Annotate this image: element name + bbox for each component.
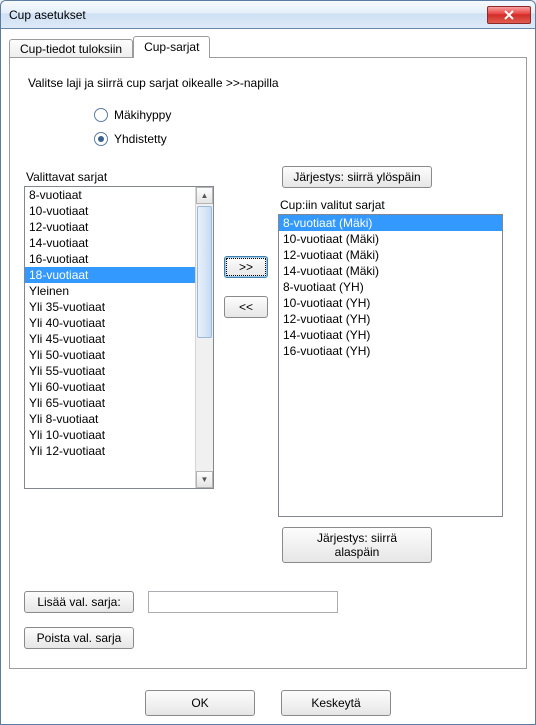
list-item[interactable]: Yli 55-vuotiaat [25,363,195,379]
list-item[interactable]: Yli 12-vuotiaat [25,443,195,459]
list-item[interactable]: 12-vuotiaat (Mäki) [279,247,502,263]
client-area: Cup-tiedot tuloksiin Cup-sarjat Valitse … [1,29,535,724]
delete-series-button[interactable]: Poista val. sarja [24,627,134,649]
dialog-footer: OK Keskeytä [1,690,535,716]
sport-radio-group: Mäkihyppy Yhdistetty [94,108,512,146]
dual-list-area: Valittavat sarjat 8-vuotiaat10-vuotiaat1… [24,166,512,563]
list-item[interactable]: Yli 10-vuotiaat [25,427,195,443]
list-item[interactable]: Yli 40-vuotiaat [25,315,195,331]
list-item[interactable]: Yli 65-vuotiaat [25,395,195,411]
list-item[interactable]: 10-vuotiaat [25,203,195,219]
list-item[interactable]: 10-vuotiaat (Mäki) [279,231,502,247]
list-item[interactable]: 14-vuotiaat (YH) [279,327,502,343]
add-series-button[interactable]: Lisää val. sarja: [24,591,134,613]
scroll-track[interactable] [196,204,213,471]
radio-icon [94,108,108,122]
scroll-down-button[interactable]: ▼ [196,471,213,488]
list-item[interactable]: Yli 60-vuotiaat [25,379,195,395]
tabstrip: Cup-tiedot tuloksiin Cup-sarjat [9,35,527,57]
available-column: Valittavat sarjat 8-vuotiaat10-vuotiaat1… [24,166,214,489]
list-item[interactable]: 8-vuotiaat [25,187,195,203]
available-listbox[interactable]: 8-vuotiaat10-vuotiaat12-vuotiaat14-vuoti… [24,186,214,489]
available-scrollbar[interactable]: ▲ ▼ [195,187,213,488]
list-item[interactable]: 8-vuotiaat (Mäki) [279,215,502,231]
available-label: Valittavat sarjat [26,170,214,184]
list-item[interactable]: Yleinen [25,283,195,299]
list-item[interactable]: Yli 35-vuotiaat [25,299,195,315]
list-item[interactable]: 16-vuotiaat (YH) [279,343,502,359]
instruction-text: Valitse laji ja siirrä cup sarjat oikeal… [28,76,512,90]
titlebar: Cup asetukset [1,1,535,29]
radio-label: Mäkihyppy [114,108,171,122]
radio-makihyppy[interactable]: Mäkihyppy [94,108,512,122]
move-left-button[interactable]: << [224,296,268,318]
scroll-up-button[interactable]: ▲ [196,187,213,204]
chosen-column: Järjestys: siirrä ylöspäin Cup:iin valit… [278,166,512,563]
order-up-button[interactable]: Järjestys: siirrä ylöspäin [282,166,432,188]
move-right-button[interactable]: >> [224,256,268,278]
chosen-label: Cup:iin valitut sarjat [280,198,512,212]
chosen-list-inner: 8-vuotiaat (Mäki)10-vuotiaat (Mäki)12-vu… [279,215,502,359]
list-item[interactable]: 14-vuotiaat (Mäki) [279,263,502,279]
tab-cup-sarjat[interactable]: Cup-sarjat [133,36,210,58]
list-item[interactable]: 18-vuotiaat [25,267,195,283]
cancel-button[interactable]: Keskeytä [281,690,391,716]
list-item[interactable]: 16-vuotiaat [25,251,195,267]
list-item[interactable]: Yli 8-vuotiaat [25,411,195,427]
radio-icon [94,132,108,146]
add-series-input[interactable] [148,591,338,613]
add-series-row: Lisää val. sarja: [24,591,512,613]
list-item[interactable]: Yli 45-vuotiaat [25,331,195,347]
chosen-listbox[interactable]: 8-vuotiaat (Mäki)10-vuotiaat (Mäki)12-vu… [278,214,503,517]
tabpanel-cup-sarjat: Valitse laji ja siirrä cup sarjat oikeal… [9,57,527,669]
order-down-button[interactable]: Järjestys: siirrä alaspäin [282,527,432,563]
list-item[interactable]: 8-vuotiaat (YH) [279,279,502,295]
list-item[interactable]: 10-vuotiaat (YH) [279,295,502,311]
radio-yhdistetty[interactable]: Yhdistetty [94,132,512,146]
radio-label: Yhdistetty [114,132,167,146]
window-title: Cup asetukset [9,8,487,22]
dialog-window: Cup asetukset Cup-tiedot tuloksiin Cup-s… [0,0,536,725]
transfer-buttons: >> << [224,256,268,318]
available-list-inner: 8-vuotiaat10-vuotiaat12-vuotiaat14-vuoti… [25,187,195,488]
ok-button[interactable]: OK [145,690,255,716]
list-item[interactable]: Yli 50-vuotiaat [25,347,195,363]
tab-cup-tiedot[interactable]: Cup-tiedot tuloksiin [9,39,133,59]
close-icon [503,10,515,20]
list-item[interactable]: 12-vuotiaat [25,219,195,235]
scroll-thumb[interactable] [197,206,212,338]
list-item[interactable]: 12-vuotiaat (YH) [279,311,502,327]
list-item[interactable]: 14-vuotiaat [25,235,195,251]
close-button[interactable] [487,6,531,24]
